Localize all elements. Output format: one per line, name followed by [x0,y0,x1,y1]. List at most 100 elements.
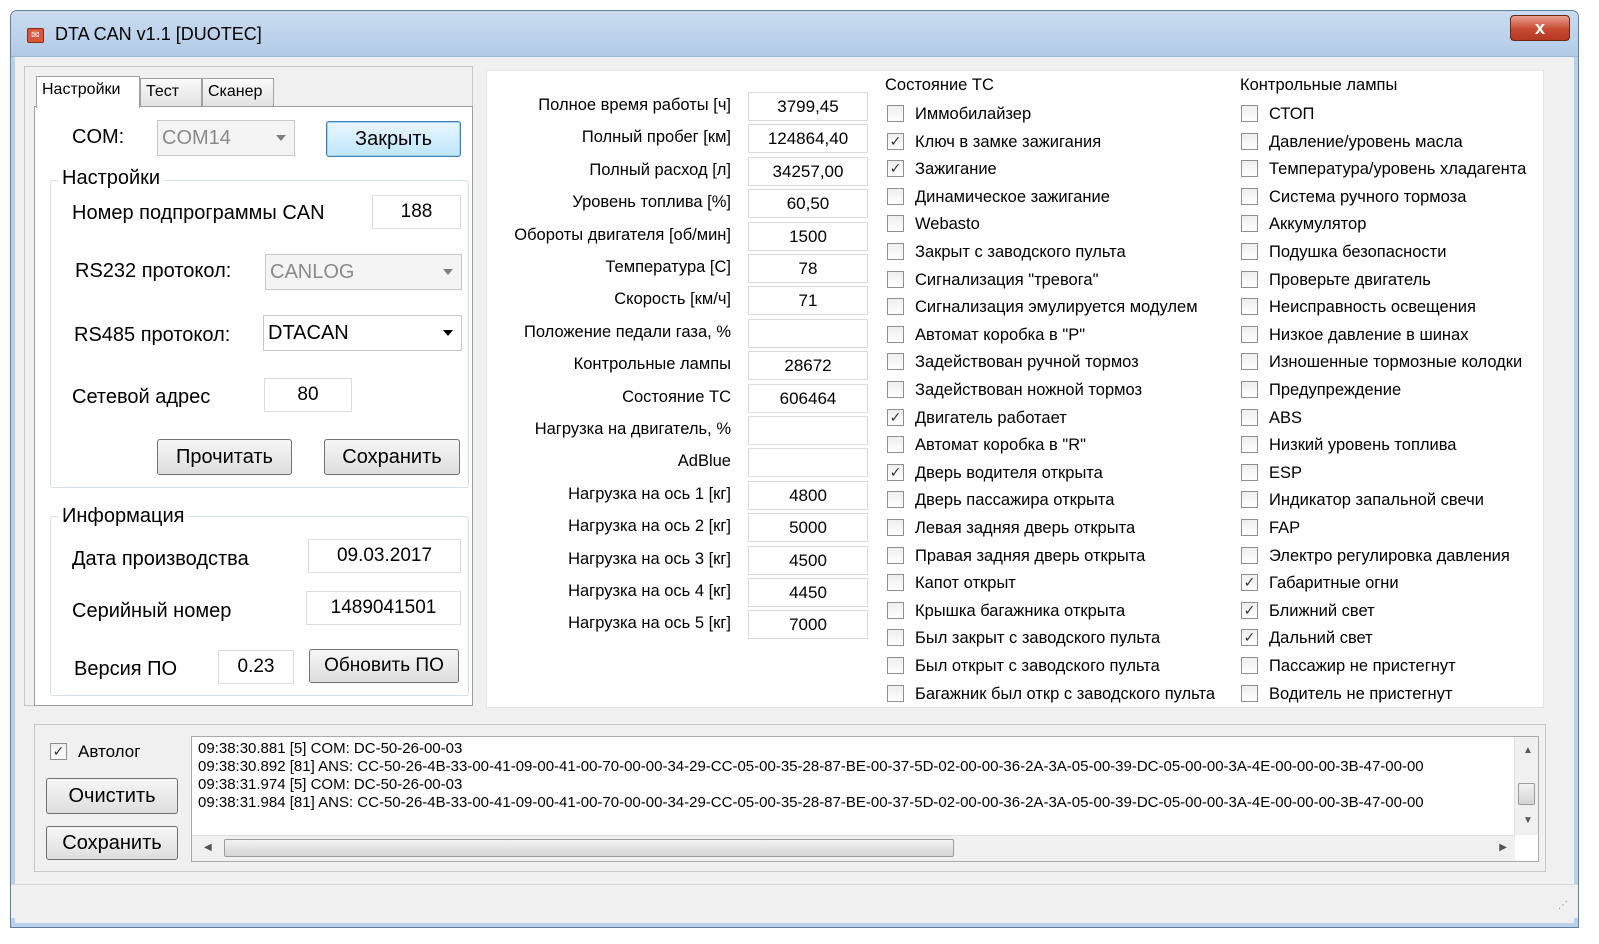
unchecked-checkbox[interactable] [1241,353,1258,370]
checkbox-label: Габаритные огни [1269,574,1399,592]
checked-checkbox[interactable]: ✓ [1241,574,1258,591]
scroll-right-icon[interactable]: ▶ [1499,842,1507,853]
tab-scanner[interactable]: Сканер [202,78,274,106]
rs485-protocol-select[interactable]: DTACAN [263,315,462,351]
vertical-scroll-thumb[interactable] [1518,783,1535,805]
checkbox-label: Ближний свет [1269,602,1375,620]
unchecked-checkbox[interactable] [887,353,904,370]
parameter-value: 5000 [748,513,868,542]
unchecked-checkbox[interactable] [1241,243,1258,260]
horizontal-scroll-thumb[interactable] [224,839,954,857]
unchecked-checkbox[interactable] [1241,105,1258,122]
unchecked-checkbox[interactable] [1241,657,1258,674]
log-line: 09:38:30.892 [81] ANS: CC-50-26-4B-33-00… [198,758,1424,775]
unchecked-checkbox[interactable] [887,326,904,343]
checkbox-label: Сигнализация "тревога" [915,271,1099,289]
unchecked-checkbox[interactable] [887,243,904,260]
clear-log-button[interactable]: Очистить [46,778,178,814]
checkbox-label: Система ручного тормоза [1269,188,1467,206]
checkbox-label: Автомат коробка в "R" [915,436,1086,454]
unchecked-checkbox[interactable] [1241,381,1258,398]
unchecked-checkbox[interactable] [1241,298,1258,315]
unchecked-checkbox[interactable] [1241,133,1258,150]
unchecked-checkbox[interactable] [1241,464,1258,481]
checkbox-label: Webasto [915,215,980,233]
log-horizontal-scrollbar[interactable]: ◀ ▶ [192,835,1515,861]
checked-checkbox[interactable]: ✓ [887,464,904,481]
log-vertical-scrollbar[interactable]: ▲ ▼ [1514,737,1538,835]
close-port-button[interactable]: Закрыть [326,121,461,157]
com-port-select[interactable]: COM14 [157,120,295,156]
unchecked-checkbox[interactable] [1241,188,1258,205]
tab-test[interactable]: Тест [140,78,202,106]
checked-checkbox[interactable]: ✓ [887,160,904,177]
unchecked-checkbox[interactable] [887,629,904,646]
scroll-down-icon[interactable]: ▼ [1523,815,1533,826]
subprogram-input[interactable]: 188 [372,195,461,229]
unchecked-checkbox[interactable] [887,215,904,232]
resize-grip-icon[interactable]: ⋰ [1558,900,1570,912]
unchecked-checkbox[interactable] [887,685,904,702]
unchecked-checkbox[interactable] [887,519,904,536]
checkbox-label: Дверь водителя открыта [915,464,1103,482]
unchecked-checkbox[interactable] [887,105,904,122]
autolog-label: Автолог [78,742,141,761]
title-bar[interactable]: ✉ DTA CAN v1.1 [DUOTEC] x [11,11,1578,57]
checkbox-label: Был открыт с заводского пульта [915,657,1160,675]
update-firmware-button[interactable]: Обновить ПО [309,649,459,683]
network-address-input[interactable]: 80 [264,378,352,412]
parameter-value: 124864,40 [748,124,868,153]
unchecked-checkbox[interactable] [1241,215,1258,232]
log-output[interactable]: 09:38:30.881 [5] COM: DC-50-26-00-03 09:… [191,736,1539,862]
save-log-button[interactable]: Сохранить [46,826,178,860]
close-icon: x [1534,18,1545,38]
scroll-up-icon[interactable]: ▲ [1523,745,1533,756]
parameter-value [748,448,868,477]
parameter-label: Нагрузка на ось 4 [кг] [568,582,731,600]
unchecked-checkbox[interactable] [887,298,904,315]
unchecked-checkbox[interactable] [1241,271,1258,288]
unchecked-checkbox[interactable] [1241,409,1258,426]
rs232-protocol-select[interactable]: CANLOG [265,254,462,290]
unchecked-checkbox[interactable] [887,657,904,674]
autolog-check-box[interactable]: ✓ [50,743,67,760]
unchecked-checkbox[interactable] [1241,160,1258,177]
unchecked-checkbox[interactable] [1241,547,1258,564]
unchecked-checkbox[interactable] [887,547,904,564]
unchecked-checkbox[interactable] [1241,491,1258,508]
unchecked-checkbox[interactable] [887,381,904,398]
unchecked-checkbox[interactable] [887,602,904,619]
unchecked-checkbox[interactable] [887,491,904,508]
checkbox-label: Багажник был откр с заводского пульта [915,685,1216,703]
checked-checkbox[interactable]: ✓ [887,409,904,426]
unchecked-checkbox[interactable] [887,574,904,591]
unchecked-checkbox[interactable] [1241,436,1258,453]
checked-checkbox[interactable]: ✓ [1241,602,1258,619]
unchecked-checkbox[interactable] [1241,326,1258,343]
checkbox-label: Предупреждение [1269,381,1402,399]
unchecked-checkbox[interactable] [1241,685,1258,702]
scroll-left-icon[interactable]: ◀ [204,842,212,853]
parameter-label: Нагрузка на ось 3 [кг] [568,550,731,568]
checkbox-label: Дверь пассажира открыта [915,491,1115,509]
unchecked-checkbox[interactable] [887,436,904,453]
tab-settings[interactable]: Настройки [36,76,140,108]
close-window-button[interactable]: x [1510,15,1570,41]
checkbox-label: Подушка безопасности [1269,243,1447,261]
read-button[interactable]: Прочитать [157,439,292,475]
checkbox-label: Левая задняя дверь открыта [915,519,1136,537]
network-address-label: Сетевой адрес [72,386,211,408]
checkbox-label: Низкий уровень топлива [1269,436,1457,454]
checkbox-label: Неисправность освещения [1269,298,1476,316]
parameter-value: 34257,00 [748,157,868,186]
checked-checkbox[interactable]: ✓ [887,133,904,150]
unchecked-checkbox[interactable] [887,271,904,288]
parameter-label: Состояние ТС [622,388,731,406]
unchecked-checkbox[interactable] [1241,519,1258,536]
checked-checkbox[interactable]: ✓ [1241,629,1258,646]
save-settings-button[interactable]: Сохранить [324,439,460,475]
checkbox-label: Электро регулировка давления [1269,547,1510,565]
parameter-label: Нагрузка на ось 1 [кг] [568,485,731,503]
unchecked-checkbox[interactable] [887,188,904,205]
firmware-version-label: Версия ПО [74,658,178,680]
